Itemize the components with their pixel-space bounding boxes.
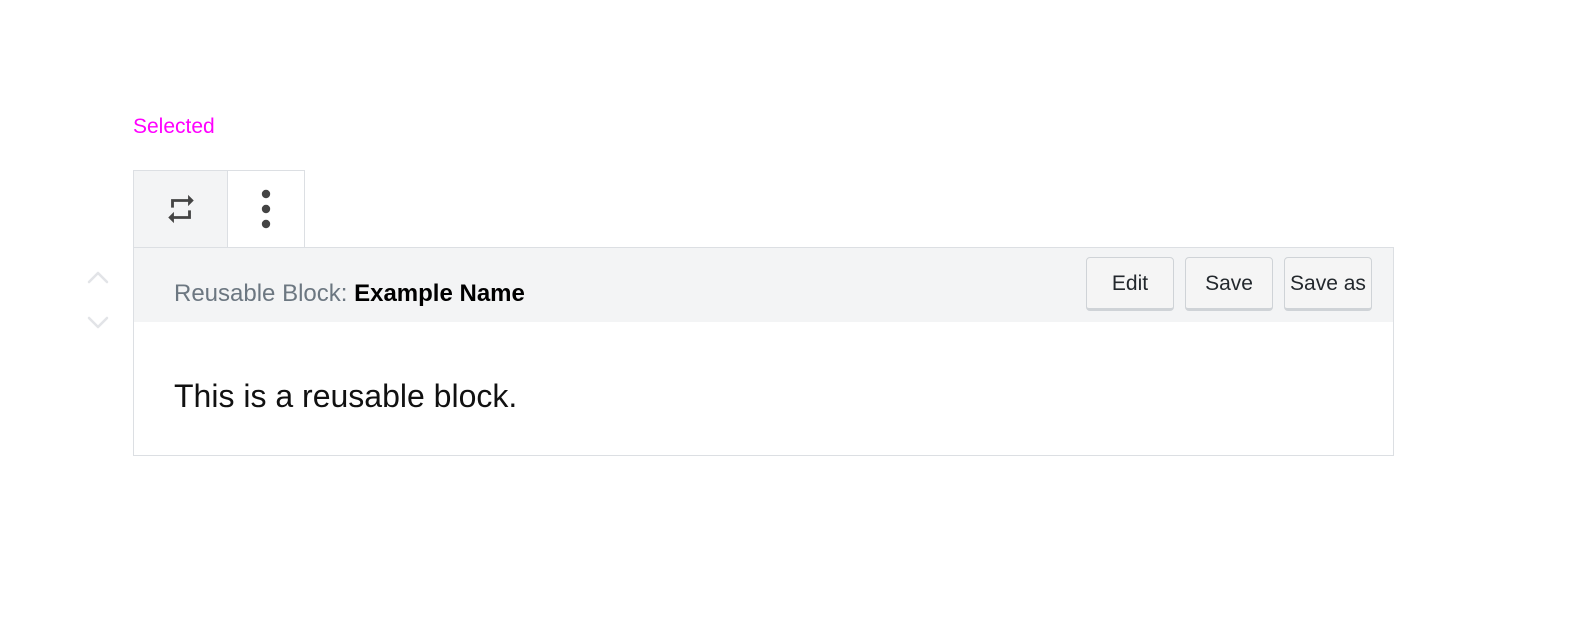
reusable-block-title: Reusable Block: Example Name [174,279,525,309]
state-label: Selected [133,115,215,138]
more-options-button[interactable] [228,171,304,247]
block-switcher-button[interactable] [134,171,228,247]
reusable-block[interactable]: Reusable Block: Example Name Edit Save S… [133,247,1394,456]
reusable-block-header: Reusable Block: Example Name Edit Save S… [134,248,1393,322]
title-prefix: Reusable Block: [174,280,355,307]
save-as-button[interactable]: Save as [1284,257,1372,311]
save-button[interactable]: Save [1185,257,1273,311]
block-name: Example Name [354,280,525,307]
chevron-up-icon [87,271,109,284]
move-down-button[interactable] [84,311,112,335]
reusable-block-icon [167,194,194,224]
block-toolbar [133,170,305,247]
chevron-down-icon [87,316,109,329]
move-up-button[interactable] [84,265,112,289]
block-mover [84,265,112,335]
block-content[interactable]: This is a reusable block. [174,376,517,416]
edit-button[interactable]: Edit [1086,257,1174,311]
header-actions: Edit Save Save as [1086,257,1372,311]
more-vertical-icon [261,189,271,229]
